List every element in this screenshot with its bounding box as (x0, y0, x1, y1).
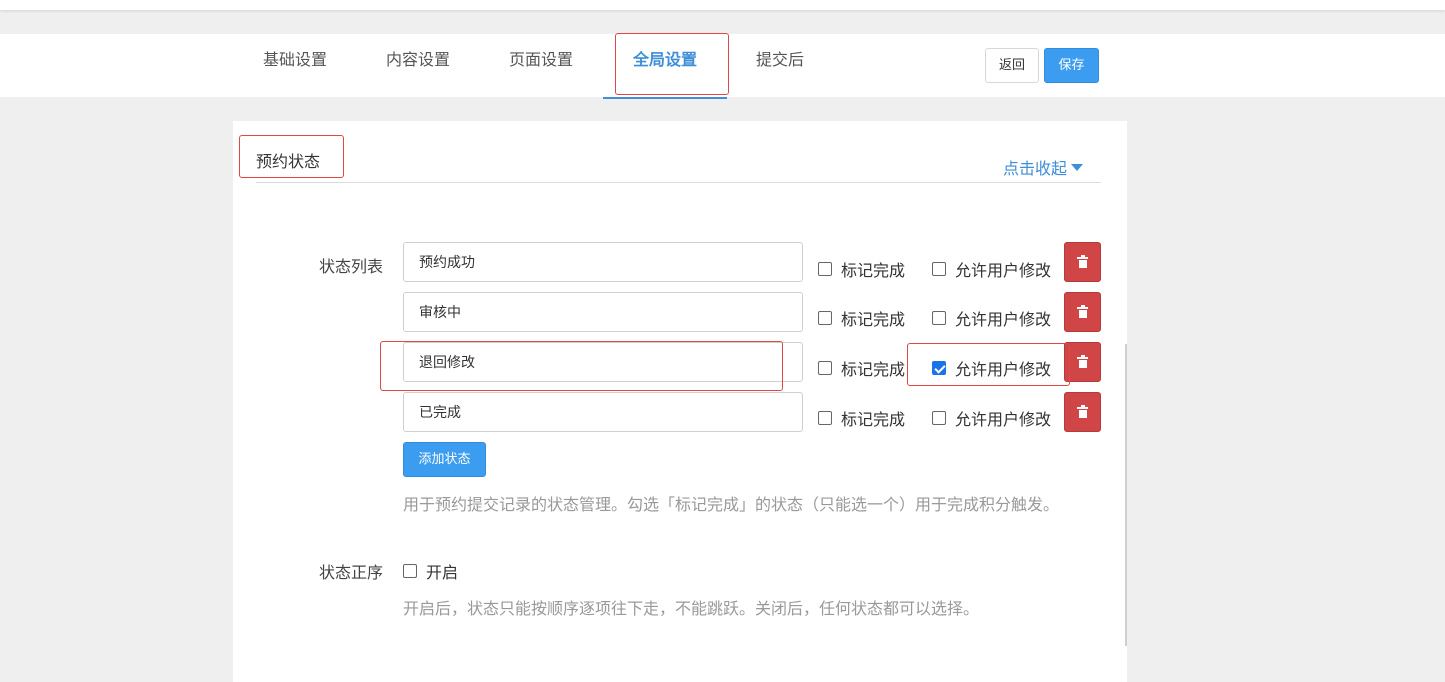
tab-page-settings[interactable]: 页面设置 (501, 34, 581, 97)
checkbox-box[interactable] (818, 311, 832, 325)
allow-edit-label: 允许用户修改 (955, 261, 1052, 280)
checkbox-box[interactable] (818, 361, 832, 375)
mark-done-checkbox[interactable]: 标记完成 (818, 356, 905, 380)
trash-icon (1077, 304, 1088, 318)
mark-done-checkbox[interactable]: 标记完成 (818, 257, 905, 281)
scrollbar[interactable] (1125, 344, 1127, 646)
checkbox-box[interactable] (932, 262, 946, 276)
status-order-hint: 开启后，状态只能按顺序逐项往下走，不能跳跃。关闭后，任何状态都可以选择。 (403, 599, 980, 618)
caret-down-icon (1071, 164, 1084, 171)
status-name-input[interactable] (403, 242, 803, 282)
delete-status-button[interactable] (1064, 292, 1101, 332)
status-name-input[interactable] (403, 392, 803, 432)
add-status-button[interactable]: 添加状态 (403, 442, 486, 477)
tab-bar: 基础设置 内容设置 页面设置 全局设置 提交后 (0, 34, 1445, 99)
allow-edit-label: 允许用户修改 (955, 410, 1052, 429)
active-tab-indicator (603, 97, 727, 99)
delete-status-button[interactable] (1064, 342, 1101, 382)
checkbox-box[interactable] (818, 411, 832, 425)
status-name-input[interactable] (403, 292, 803, 332)
trash-icon (1077, 254, 1088, 268)
tab-content-settings[interactable]: 内容设置 (378, 34, 458, 97)
back-button[interactable]: 返回 (985, 48, 1039, 83)
tab-basic-settings[interactable]: 基础设置 (255, 34, 335, 97)
allow-edit-label: 允许用户修改 (955, 310, 1052, 329)
delete-status-button[interactable] (1064, 242, 1101, 282)
allow-edit-checkbox[interactable]: 允许用户修改 (932, 257, 1051, 281)
section-divider (256, 182, 1101, 183)
tab-after-submit[interactable]: 提交后 (745, 34, 815, 97)
status-order-toggle[interactable]: 开启 (403, 559, 458, 583)
top-bar (0, 0, 1445, 10)
mark-done-label: 标记完成 (841, 360, 906, 379)
trash-icon (1077, 354, 1088, 368)
checkbox-box-checked[interactable] (932, 361, 946, 375)
mark-done-checkbox[interactable]: 标记完成 (818, 406, 905, 430)
trash-icon (1077, 404, 1088, 418)
mark-done-checkbox[interactable]: 标记完成 (818, 306, 905, 330)
checkbox-box[interactable] (932, 311, 946, 325)
allow-edit-checkbox[interactable]: 允许用户修改 (932, 306, 1051, 330)
checkbox-box[interactable] (818, 262, 832, 276)
status-order-label: 状态正序 (319, 563, 384, 582)
mark-done-label: 标记完成 (841, 410, 906, 429)
status-list-label: 状态列表 (319, 257, 384, 276)
status-name-input[interactable] (403, 342, 803, 382)
save-button[interactable]: 保存 (1044, 48, 1099, 83)
allow-edit-checkbox[interactable]: 允许用户修改 (932, 406, 1051, 430)
allow-edit-checkbox[interactable]: 允许用户修改 (932, 356, 1051, 380)
collapse-label: 点击收起 (1003, 159, 1068, 178)
collapse-toggle[interactable]: 点击收起 (1003, 155, 1084, 179)
mark-done-label: 标记完成 (841, 261, 906, 280)
tab-global-settings[interactable]: 全局设置 (625, 34, 705, 97)
mark-done-label: 标记完成 (841, 310, 906, 329)
allow-edit-label: 允许用户修改 (955, 360, 1052, 379)
checkbox-box[interactable] (932, 411, 946, 425)
checkbox-box[interactable] (403, 564, 417, 578)
section-title: 预约状态 (256, 152, 321, 171)
delete-status-button[interactable] (1064, 392, 1101, 432)
status-list-hint: 用于预约提交记录的状态管理。勾选「标记完成」的状态（只能选一个）用于完成积分触发… (403, 495, 1060, 514)
status-order-option-label: 开启 (426, 563, 459, 582)
